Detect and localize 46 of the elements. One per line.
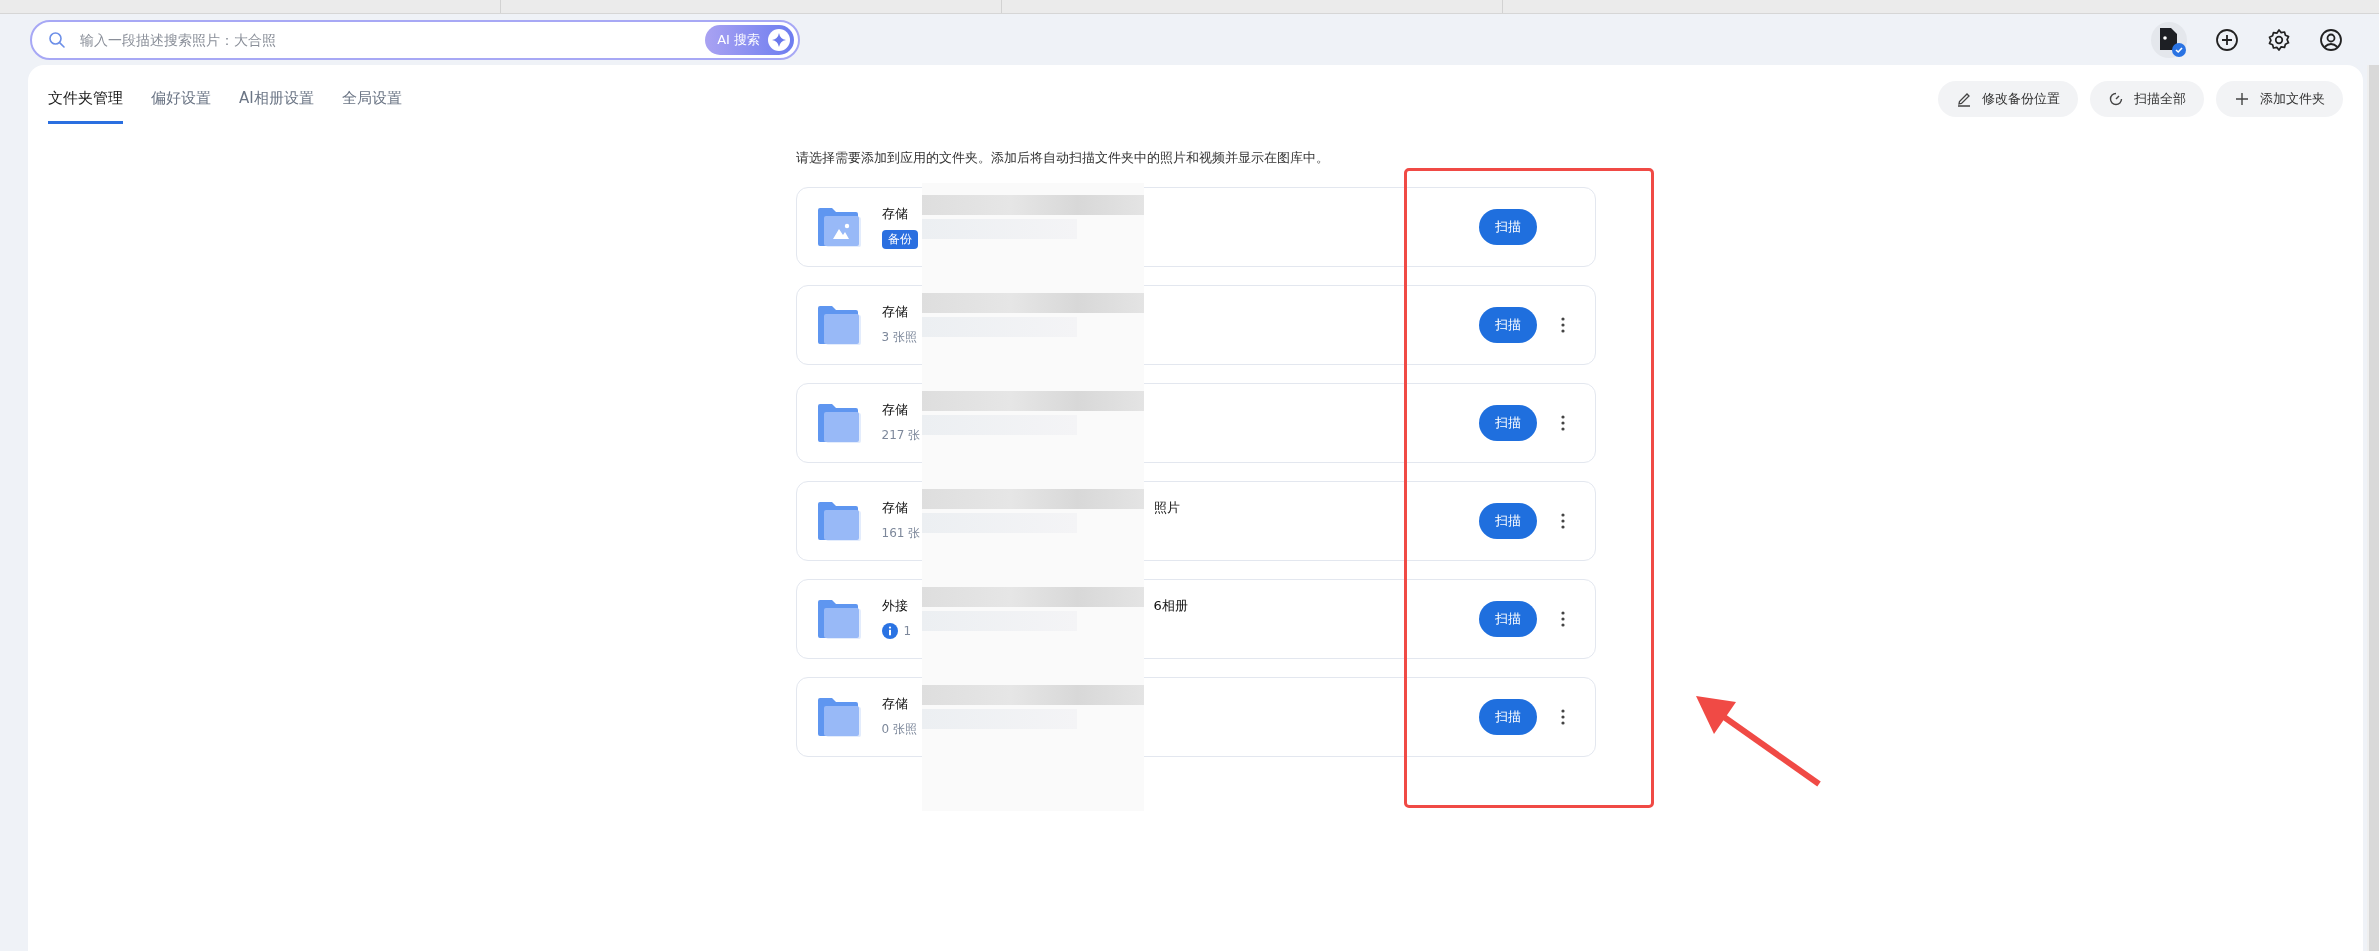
photo-count: 1 <box>903 624 912 638</box>
search-field[interactable]: 输入一段描述搜索照片：大合照 AI 搜索 <box>30 19 800 60</box>
tab[interactable]: 全局设置 <box>341 79 402 124</box>
description-text: 请选择需要添加到应用的文件夹。添加后将自动扫描文件夹中的照片和视频并显示在图库中。 <box>795 150 1330 167</box>
photo-count: 161 张 <box>881 524 921 542</box>
folder-icon <box>816 403 861 443</box>
scan-button[interactable]: 扫描 <box>1478 601 1537 637</box>
folder-name: 存储 <box>881 205 909 223</box>
folder-icon <box>816 697 861 737</box>
scan-button[interactable]: 扫描 <box>1478 699 1537 735</box>
plus-icon <box>2234 90 2250 107</box>
action-button[interactable]: 修改备份位置 <box>1938 80 2078 117</box>
tab[interactable]: 偏好设置 <box>151 79 211 124</box>
photo-count: 0 张照 <box>881 720 917 738</box>
scan-button[interactable]: 扫描 <box>1478 307 1537 343</box>
info-icon <box>881 623 898 639</box>
scan-button[interactable]: 扫描 <box>1478 405 1537 441</box>
folder-name: 6相册 <box>1153 597 1188 615</box>
photo-folder-icon <box>816 207 861 247</box>
search-icon <box>48 30 66 49</box>
scrollbar[interactable] <box>2367 65 2379 951</box>
add-icon[interactable] <box>2215 27 2239 52</box>
folder-name: 存储 <box>881 695 909 713</box>
scan-button[interactable]: 扫描 <box>1478 209 1537 245</box>
folder-name: 存储 <box>881 401 909 419</box>
action-button[interactable]: 扫描全部 <box>2090 80 2204 117</box>
folder-icon <box>816 501 861 541</box>
tab[interactable]: 文件夹管理 <box>48 79 123 124</box>
folder-name: 外接 <box>881 597 909 615</box>
action-button[interactable]: 添加文件夹 <box>2216 80 2343 117</box>
settings-icon[interactable] <box>2267 27 2291 52</box>
photo-count: 3 张照 <box>881 328 917 346</box>
folder-name: 存储 <box>881 499 909 517</box>
folder-icon <box>816 305 861 345</box>
ai-search-button[interactable]: AI 搜索 <box>705 24 794 55</box>
folder-icon <box>816 599 861 639</box>
scan-button[interactable]: 扫描 <box>1478 503 1537 539</box>
backup-tag: 备份 <box>881 229 918 249</box>
folder-name: 存储 <box>881 303 909 321</box>
photo-count: 217 张 <box>881 426 921 444</box>
sparkle-icon <box>768 28 790 51</box>
gauge-icon <box>2108 90 2124 107</box>
folder-name: 照片 <box>1153 499 1180 517</box>
backup-status-icon[interactable] <box>2151 21 2187 58</box>
tab[interactable]: AI相册设置 <box>239 79 314 124</box>
account-icon[interactable] <box>2319 27 2343 52</box>
